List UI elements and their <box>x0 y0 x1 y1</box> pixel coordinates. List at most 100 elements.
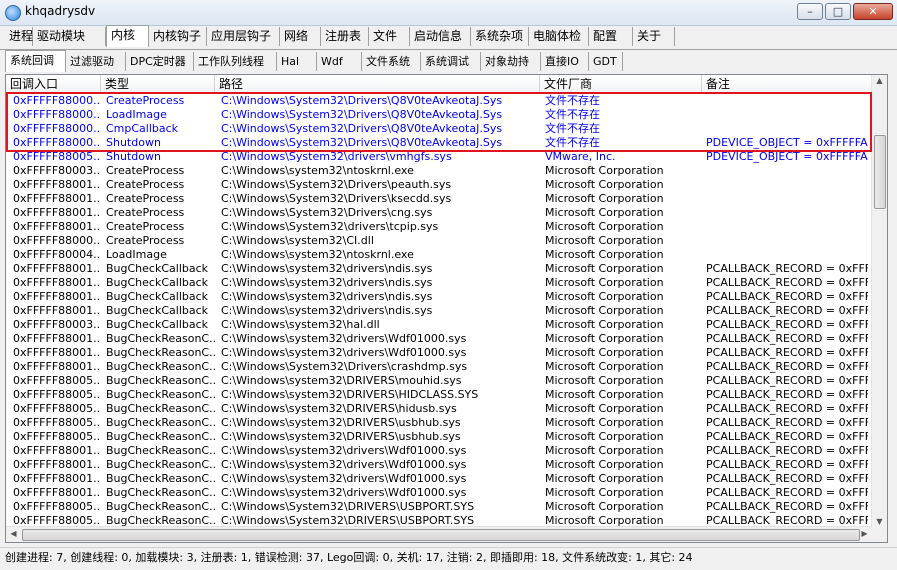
main-tab[interactable]: 注册表 <box>321 27 369 46</box>
main-tab[interactable]: 应用层钩子 <box>207 27 280 46</box>
maximize-button[interactable]: □ <box>825 3 851 20</box>
main-tab[interactable]: 电脑体检 <box>529 27 589 46</box>
table-row[interactable]: 0xFFFFF88005... BugCheckReasonC... C:\Wind… <box>6 500 872 514</box>
table-cell: PCALLBACK_RECORD = 0xFFFFF... <box>706 430 868 443</box>
table-row[interactable]: 0xFFFFF88001... BugCheckReasonC... C:\Wind… <box>6 486 872 500</box>
sub-tab[interactable]: Hal <box>277 52 317 71</box>
table-cell <box>705 206 868 220</box>
table-cell: PCALLBACK_RECORD = 0xFFFFF... <box>706 472 868 485</box>
sub-tab[interactable]: 对象劫持 <box>481 52 541 71</box>
table-cell: 0xFFFFF88005... <box>13 430 101 443</box>
sub-tab[interactable]: 文件系统 <box>362 52 421 71</box>
main-tab[interactable]: 文件 <box>369 27 410 46</box>
main-tab[interactable]: 内核钩子 <box>149 27 207 46</box>
column-header[interactable]: 文件厂商 <box>540 75 702 93</box>
table-row[interactable]: 0xFFFFF80004... LoadImage C:\Windows\syste… <box>6 248 872 262</box>
table-row[interactable]: 0xFFFFF88005... BugCheckReasonC... C:\Wind… <box>6 402 872 416</box>
table-row[interactable]: 0xFFFFF88000... Shutdown C:\Windows\System… <box>6 136 872 150</box>
column-header[interactable]: 回调入口 <box>6 75 101 93</box>
sub-tab[interactable]: GDT <box>589 52 623 71</box>
table-row[interactable]: 0xFFFFF88001... BugCheckReasonC... C:\Wind… <box>6 458 872 472</box>
scroll-right-icon[interactable]: ▶ <box>857 529 872 538</box>
table-row[interactable]: 0xFFFFF88005... Shutdown C:\Windows\System… <box>6 150 872 164</box>
sub-tab[interactable]: 过滤驱动 <box>66 52 126 71</box>
table-cell: 0xFFFFF88000... <box>13 122 101 135</box>
table-row[interactable]: 0xFFFFF88001... CreateProcess C:\Windows\S… <box>6 192 872 206</box>
table-row[interactable]: 0xFFFFF88001... BugCheckReasonC... C:\Wind… <box>6 472 872 486</box>
main-tab[interactable]: 启动信息 <box>410 27 471 46</box>
table-cell <box>705 234 868 248</box>
table-row[interactable]: 0xFFFFF88005... BugCheckReasonC... C:\Wind… <box>6 388 872 402</box>
table-cell: CreateProcess <box>106 220 185 233</box>
table-row[interactable]: 0xFFFFF88005... BugCheckReasonC... C:\Wind… <box>6 416 872 430</box>
table-cell: 0xFFFFF88000... <box>13 94 101 107</box>
table-row[interactable]: 0xFFFFF80003... CreateProcess C:\Windows\s… <box>6 164 872 178</box>
column-header[interactable]: 备注 <box>702 75 872 93</box>
main-tab[interactable]: 配置 <box>589 27 633 46</box>
table-row[interactable]: 0xFFFFF88001... BugCheckReasonC... C:\Wind… <box>6 360 872 374</box>
table-row[interactable]: 0xFFFFF88001... BugCheckCallback C:\Window… <box>6 262 872 276</box>
table-cell: Microsoft Corporation <box>545 402 664 415</box>
table-cell: PCALLBACK_RECORD = 0xFFFFF... <box>706 290 868 303</box>
table-row[interactable]: 0xFFFFF88001... CreateProcess C:\Windows\S… <box>6 178 872 192</box>
table-row[interactable]: 0xFFFFF88005... BugCheckReasonC... C:\Wind… <box>6 430 872 444</box>
table-row[interactable]: 0xFFFFF88005... BugCheckReasonC... C:\Wind… <box>6 374 872 388</box>
table-row[interactable]: 0xFFFFF88001... BugCheckReasonC... C:\Wind… <box>6 332 872 346</box>
table-cell: C:\Windows\system32\DRIVERS\mouhid.sys <box>221 374 462 387</box>
table-cell: C:\Windows\system32\drivers\Wdf01000.sys <box>221 486 467 499</box>
table-cell: PCALLBACK_RECORD = 0xFFFFF... <box>706 262 868 275</box>
table-cell: C:\Windows\System32\DRIVERS\USBPORT.SYS <box>221 500 475 513</box>
main-tab[interactable]: 内核 <box>106 25 149 47</box>
main-tab[interactable]: 驱动模块 <box>33 27 106 46</box>
table-cell: PCALLBACK_RECORD = 0xFFFFF... <box>706 416 868 429</box>
table-cell: BugCheckCallback <box>106 304 209 317</box>
table-row[interactable]: 0xFFFFF88001... BugCheckCallback C:\Window… <box>6 304 872 318</box>
table-cell: C:\Windows\system32\hal.dll <box>221 318 380 331</box>
main-tab[interactable]: 系统杂项 <box>471 27 529 46</box>
vertical-scroll-thumb[interactable] <box>874 135 886 209</box>
table-row[interactable]: 0xFFFFF88001... BugCheckReasonC... C:\Wind… <box>6 444 872 458</box>
vertical-scrollbar[interactable]: ▲ ▼ <box>871 75 887 527</box>
sub-tab[interactable]: 系统调试 <box>421 52 481 71</box>
table-cell <box>705 94 868 108</box>
minimize-button[interactable]: – <box>797 3 823 20</box>
table-row[interactable]: 0xFFFFF88000... LoadImage C:\Windows\Syste… <box>6 108 872 122</box>
table-cell: Microsoft Corporation <box>545 234 664 247</box>
sub-tab[interactable]: 直接IO <box>541 52 589 71</box>
table-cell: PDEVICE_OBJECT = 0xFFFFFA8... <box>706 150 868 163</box>
table-cell: 0xFFFFF88001... <box>13 444 101 457</box>
table-row[interactable]: 0xFFFFF88000... CreateProcess C:\Windows\s… <box>6 234 872 248</box>
table-row[interactable]: 0xFFFFF80003... BugCheckCallback C:\Window… <box>6 318 872 332</box>
table-row[interactable]: 0xFFFFF88001... BugCheckCallback C:\Window… <box>6 276 872 290</box>
sub-tab[interactable]: 工作队列线程 <box>194 52 277 71</box>
table-row[interactable]: 0xFFFFF88001... CreateProcess C:\Windows\S… <box>6 206 872 220</box>
main-tab[interactable]: 网络 <box>280 27 321 46</box>
table-cell <box>705 164 868 178</box>
main-tab[interactable]: 关于 <box>633 27 675 46</box>
table-cell: BugCheckCallback <box>106 276 209 289</box>
table-cell: 0xFFFFF88005... <box>13 150 101 163</box>
table-row[interactable]: 0xFFFFF88001... BugCheckCallback C:\Window… <box>6 290 872 304</box>
scroll-up-icon[interactable]: ▲ <box>872 76 887 85</box>
sub-tab[interactable]: 系统回调 <box>5 50 66 72</box>
table-row[interactable]: 0xFFFFF88001... BugCheckReasonC... C:\Wind… <box>6 346 872 360</box>
table-cell <box>705 192 868 206</box>
scroll-down-icon[interactable]: ▼ <box>872 517 887 526</box>
table-cell: Microsoft Corporation <box>545 248 664 261</box>
table-row[interactable]: 0xFFFFF88000... CmpCallback C:\Windows\Sys… <box>6 122 872 136</box>
table-cell: 0xFFFFF88001... <box>13 206 101 219</box>
table-cell: PCALLBACK_RECORD = 0xFFFFF... <box>706 332 868 345</box>
table-row[interactable]: 0xFFFFF88001... CreateProcess C:\Windows\S… <box>6 220 872 234</box>
main-tab[interactable]: 进程 <box>5 27 33 46</box>
sub-tab[interactable]: Wdf <box>317 52 362 71</box>
table-row[interactable]: 0xFFFFF88000... CreateProcess C:\Windows\S… <box>6 94 872 108</box>
column-header[interactable]: 路径 <box>215 75 540 93</box>
sub-tab[interactable]: DPC定时器 <box>126 52 194 71</box>
close-button[interactable]: ✕ <box>853 3 893 20</box>
horizontal-scroll-thumb[interactable] <box>22 529 860 541</box>
scroll-left-icon[interactable]: ◀ <box>6 529 21 538</box>
column-header[interactable]: 类型 <box>101 75 215 93</box>
table-cell: BugCheckReasonC... <box>106 360 216 373</box>
table-cell: C:\Windows\system32\drivers\Wdf01000.sys <box>221 472 467 485</box>
horizontal-scrollbar[interactable]: ◀ ▶ <box>6 526 872 542</box>
